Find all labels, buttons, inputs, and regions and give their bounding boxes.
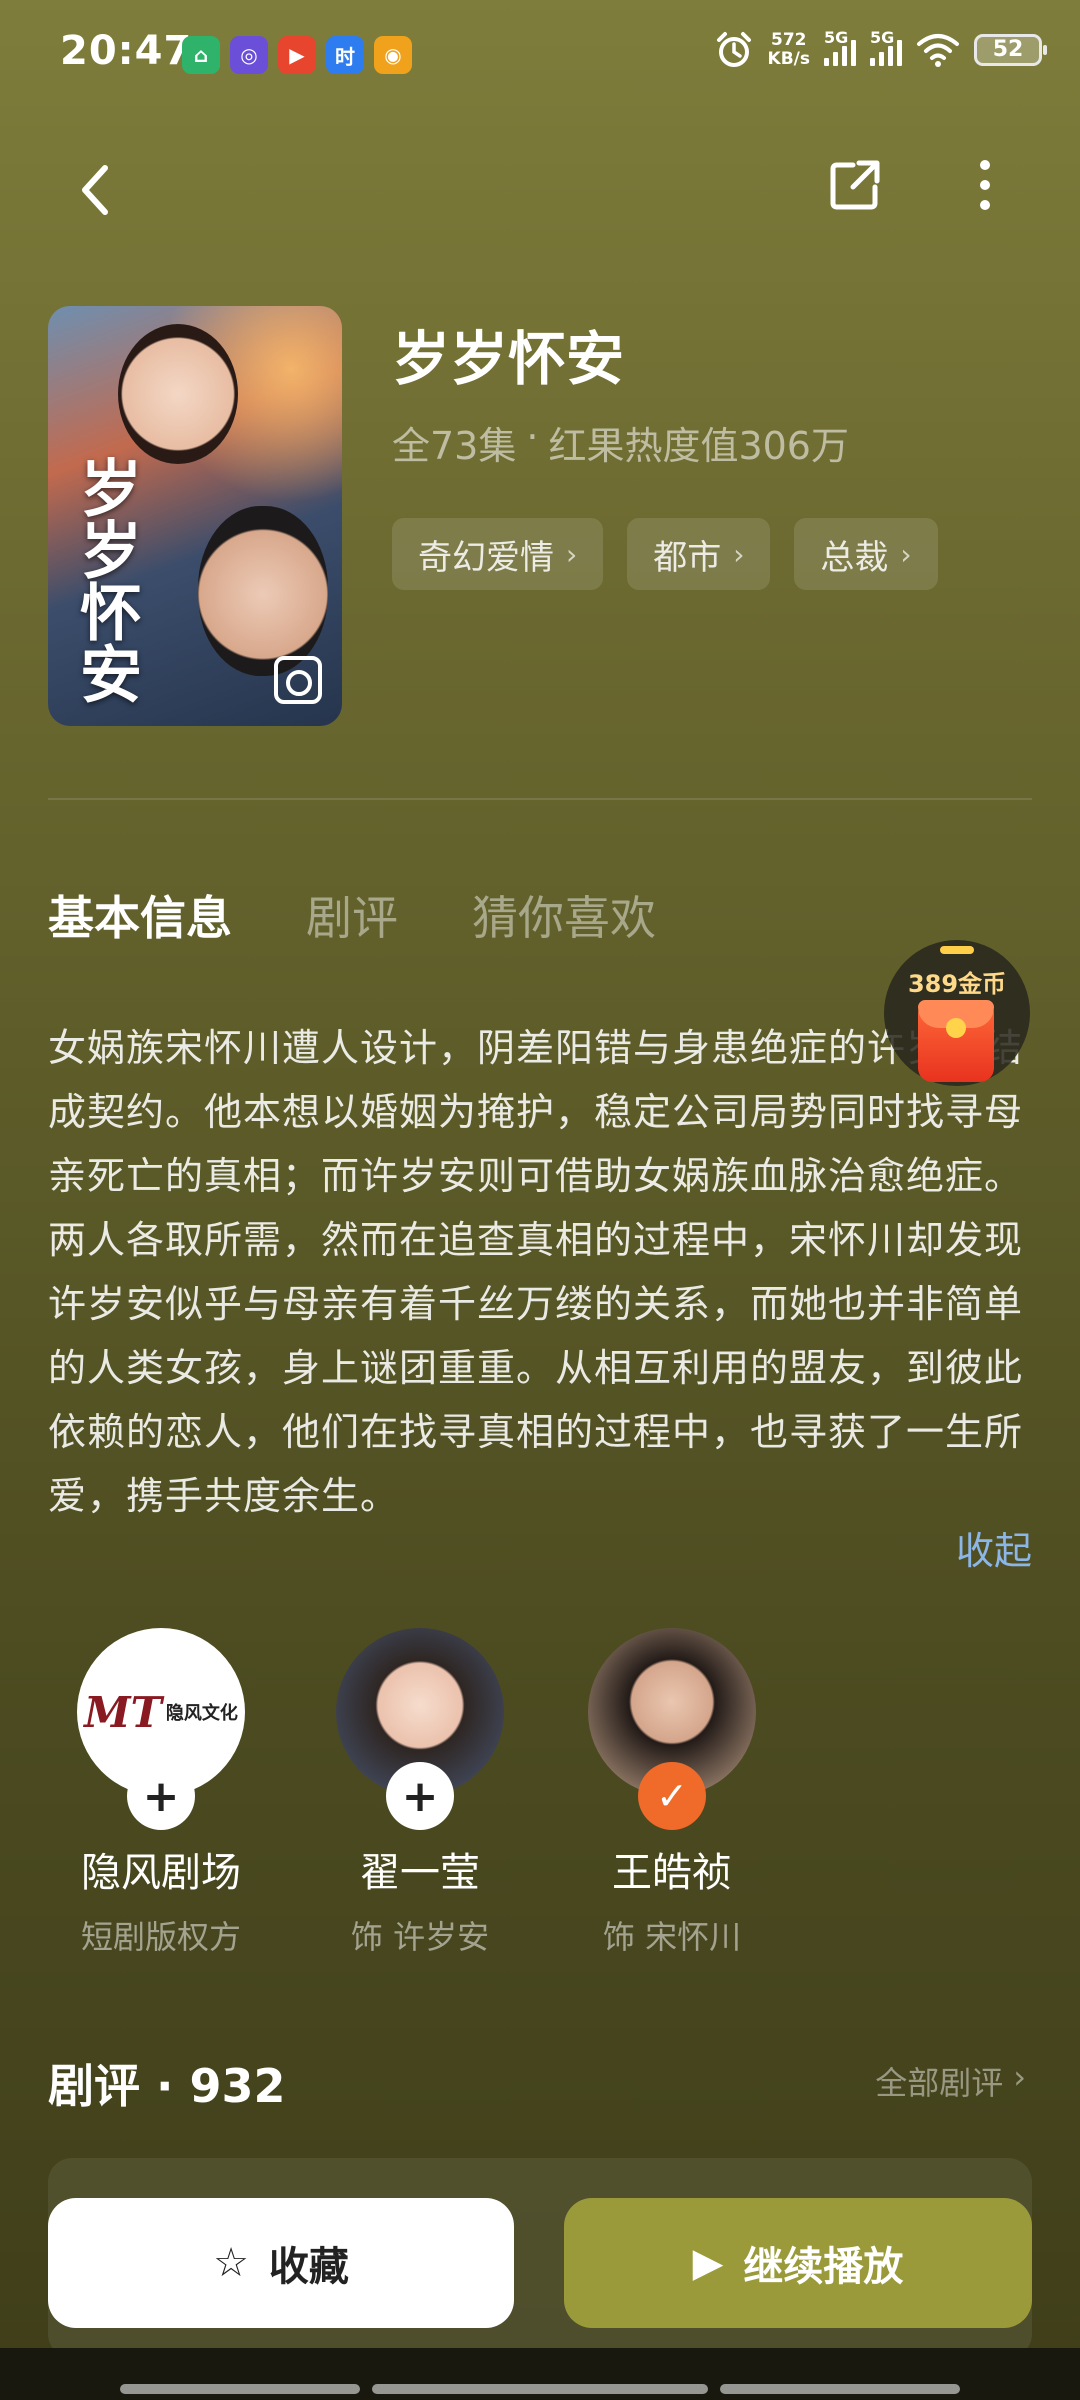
chevron-left-icon <box>82 165 108 215</box>
gesture-handle[interactable] <box>372 2384 708 2394</box>
signal-1-label: 5G <box>824 28 849 47</box>
more-button[interactable] <box>950 145 1020 225</box>
tab-recommendations[interactable]: 猜你喜欢 <box>472 882 656 948</box>
poster-actor-face <box>198 506 328 676</box>
person-name: 王皓祯 <box>612 1850 732 1896</box>
genre-tags: 奇幻爱情 › 都市 › 总裁 › <box>392 518 938 590</box>
tab-reviews[interactable]: 剧评 <box>306 882 398 948</box>
person-role: 短剧版权方 <box>80 1918 241 1956</box>
chevron-right-icon: › <box>900 537 912 571</box>
status-time: 20:47 <box>60 28 193 74</box>
all-reviews-label: 全部剧评 <box>875 2064 1004 2102</box>
continue-play-button[interactable]: ▶ 继续播放 <box>564 2198 1032 2328</box>
play-label: 继续播放 <box>743 2244 904 2290</box>
reviews-heading: 剧评 · 932 <box>48 2059 286 2113</box>
weibo-app-icon: ◉ <box>374 36 412 74</box>
signal-1: 5G <box>824 28 856 66</box>
person-publisher[interactable]: MT 隐风文化 + 隐风剧场 短剧版权方 <box>31 1628 291 1958</box>
home-app-icon: ⌂ <box>182 36 220 74</box>
logo-text: 隐风文化 <box>165 1703 238 1724</box>
status-app-icons: ⌂ ◎ ▶ 时 ◉ <box>182 36 412 74</box>
synopsis: 女娲族宋怀川遭人设计，阴差阳错与身患绝症的许岁安结成契约。他本想以婚姻为掩护，稳… <box>48 1026 1024 1518</box>
episode-count: 全73集 <box>392 424 517 468</box>
poster-gallery-icon <box>274 656 322 704</box>
person-role: 饰 宋怀川 <box>602 1918 742 1956</box>
tag-fantasy-romance[interactable]: 奇幻爱情 › <box>392 518 604 590</box>
red-envelope-icon <box>918 1000 994 1082</box>
status-bar: 20:47 ⌂ ◎ ▶ 时 ◉ 572 KB/s 5G 5G 52 <box>0 0 1080 110</box>
share-button[interactable] <box>815 145 895 225</box>
back-button[interactable] <box>60 150 130 230</box>
person-name: 隐风剧场 <box>81 1850 241 1896</box>
favorite-label: 收藏 <box>268 2244 349 2290</box>
gesture-handle[interactable] <box>720 2384 960 2394</box>
share-icon <box>830 160 880 210</box>
poster-actress-face <box>118 324 238 464</box>
heat-value: 红果热度值306万 <box>548 424 849 468</box>
favorite-button[interactable]: ☆ 收藏 <box>48 2198 514 2328</box>
tag-label: 总裁 <box>820 537 889 578</box>
chevron-right-icon: › <box>733 537 745 571</box>
follow-button[interactable]: + <box>127 1762 195 1830</box>
shi-app-icon: 时 <box>326 36 364 74</box>
tag-label: 都市 <box>653 537 722 578</box>
poster-title: 岁岁怀安 <box>69 456 142 704</box>
meta-separator: · <box>526 415 539 459</box>
signal-2: 5G <box>870 28 902 66</box>
drama-title: 岁岁怀安 <box>392 325 625 393</box>
follow-button[interactable]: + <box>386 1762 454 1830</box>
person-name: 翟一莹 <box>360 1850 480 1896</box>
coin-reward-widget[interactable]: 389金币 <box>884 940 1030 1086</box>
all-reviews-link[interactable]: 全部剧评 › <box>875 2058 1026 2104</box>
drama-poster[interactable]: 岁岁怀安 <box>48 306 342 726</box>
camera-app-icon: ◎ <box>230 36 268 74</box>
person-actress[interactable]: + 翟一莹 饰 许岁安 <box>290 1628 550 1958</box>
battery-indicator: 52 <box>974 34 1047 66</box>
gesture-handle[interactable] <box>120 2384 360 2394</box>
store-app-icon: ▶ <box>278 36 316 74</box>
detail-tabs: 基本信息 剧评 猜你喜欢 <box>48 882 656 948</box>
net-speed-value: 572 <box>771 30 807 50</box>
star-icon: ☆ <box>213 2240 249 2286</box>
system-icons: 572 KB/s 5G 5G 52 <box>714 28 1047 70</box>
logo-mark: MT <box>84 1687 162 1737</box>
chevron-right-icon: › <box>566 537 578 571</box>
collapse-button[interactable]: 收起 <box>956 1520 1032 1575</box>
person-actor[interactable]: ✓ 王皓祯 饰 宋怀川 <box>542 1628 802 1958</box>
drama-meta: 全73集 · 红果热度值306万 <box>392 415 849 470</box>
net-speed-unit: KB/s <box>767 49 810 69</box>
followed-check-button[interactable]: ✓ <box>638 1762 706 1830</box>
signal-2-label: 5G <box>870 28 895 47</box>
net-speed: 572 KB/s <box>768 31 810 69</box>
wifi-icon <box>917 34 959 67</box>
tag-label: 奇幻爱情 <box>418 537 554 578</box>
tag-urban[interactable]: 都市 › <box>627 518 771 590</box>
tab-basic-info[interactable]: 基本信息 <box>48 882 232 948</box>
tag-ceo[interactable]: 总裁 › <box>794 518 938 590</box>
person-role: 饰 许岁安 <box>350 1918 490 1956</box>
more-vertical-icon <box>980 160 990 210</box>
play-icon: ▶ <box>692 2240 724 2286</box>
chevron-right-icon: › <box>1013 2058 1026 2096</box>
coin-count: 389金币 <box>907 970 1007 998</box>
alarm-icon <box>716 32 751 67</box>
divider <box>48 798 1032 800</box>
